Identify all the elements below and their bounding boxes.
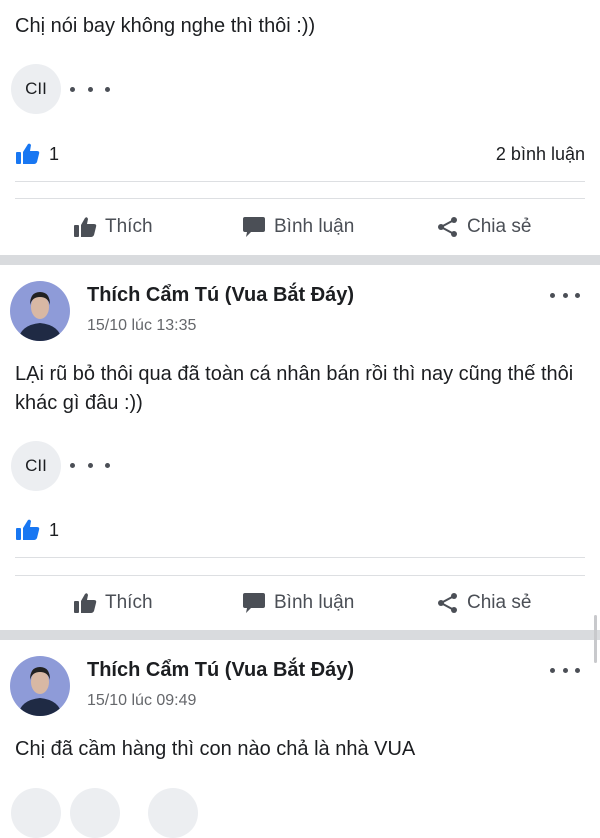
author-avatar[interactable] [10, 281, 70, 341]
reaction-chip[interactable] [148, 788, 198, 838]
reaction-chip[interactable]: CII [11, 441, 61, 491]
reaction-chip[interactable]: CII [11, 64, 61, 114]
speech-bubble-icon [243, 593, 265, 613]
post-options-icon[interactable] [550, 665, 580, 675]
share-icon [438, 593, 457, 613]
post-text: Chị nói bay không nghe thì thôi :)) [15, 15, 316, 37]
like-label: Thích [105, 592, 153, 613]
share-label: Chia sẻ [467, 592, 532, 613]
more-dots-icon[interactable] [70, 455, 110, 475]
divider [15, 181, 585, 182]
post-options-icon[interactable] [550, 290, 580, 300]
share-label: Chia sẻ [467, 216, 532, 237]
author-avatar[interactable] [10, 656, 70, 716]
comment-count[interactable]: 2 bình luận [496, 144, 585, 165]
post-separator [0, 255, 600, 265]
speech-bubble-icon [243, 217, 265, 237]
like-count: 1 [49, 143, 60, 164]
scrollbar[interactable] [594, 615, 597, 663]
reaction-chip[interactable] [11, 788, 61, 838]
post-1: Chị nói bay không nghe thì thôi :)) CII … [0, 0, 600, 255]
comment-label: Bình luận [274, 216, 355, 237]
thumbs-up-icon [74, 593, 97, 613]
like-count: 1 [49, 519, 60, 540]
reaction-chip[interactable] [70, 788, 120, 838]
thumbs-up-icon [74, 217, 97, 237]
post-separator [0, 630, 600, 640]
like-button[interactable]: Thích [73, 207, 153, 247]
divider [15, 198, 585, 199]
post-text: LẠi rũ bỏ thôi qua đã toàn cá nhân bán r… [15, 363, 574, 414]
post-3: Thích Cẩm Tú (Vua Bắt Đáy) 15/10 lúc 09:… [0, 640, 600, 838]
comment-label: Bình luận [274, 592, 355, 613]
post-actions: Thích Bình luận Chia sẻ [0, 583, 600, 623]
share-icon [438, 217, 457, 237]
avatar-image [10, 656, 70, 716]
post-actions: Thích Bình luận Chia sẻ [0, 207, 600, 247]
comment-button[interactable]: Bình luận [242, 207, 354, 247]
share-button[interactable]: Chia sẻ [437, 207, 531, 247]
post-time[interactable]: 15/10 lúc 09:49 [87, 692, 196, 710]
divider [15, 557, 585, 558]
post-text: Chị đã cầm hàng thì con nào chả là nhà V… [15, 738, 416, 760]
post-2: Thích Cẩm Tú (Vua Bắt Đáy) 15/10 lúc 13:… [0, 265, 600, 630]
author-name[interactable]: Thích Cẩm Tú (Vua Bắt Đáy) [87, 284, 354, 307]
like-label: Thích [105, 216, 153, 237]
like-reaction-icon [16, 143, 40, 164]
like-button[interactable]: Thích [73, 583, 153, 623]
reaction-summary[interactable]: 1 2 bình luận [15, 139, 585, 169]
comment-button[interactable]: Bình luận [242, 583, 354, 623]
avatar-image [10, 281, 70, 341]
post-time[interactable]: 15/10 lúc 13:35 [87, 317, 196, 335]
author-name[interactable]: Thích Cẩm Tú (Vua Bắt Đáy) [87, 659, 354, 682]
like-reaction-icon [16, 519, 40, 540]
reaction-summary[interactable]: 1 [15, 515, 585, 545]
more-dots-icon[interactable] [70, 79, 110, 99]
divider [15, 575, 585, 576]
share-button[interactable]: Chia sẻ [437, 583, 531, 623]
